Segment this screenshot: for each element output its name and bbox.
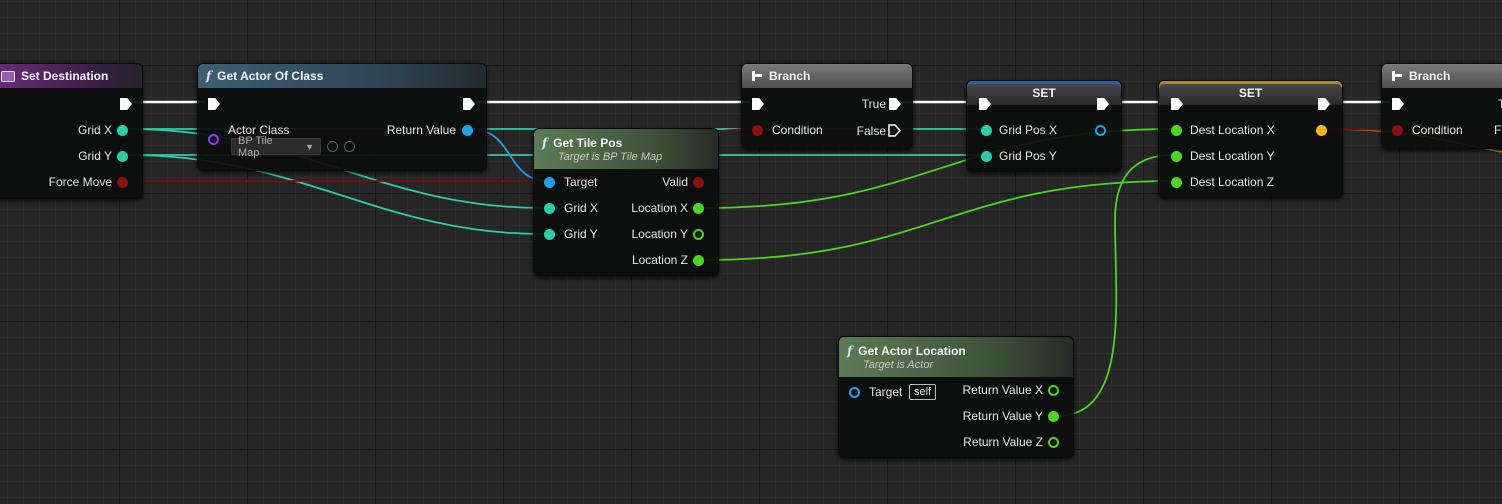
- valid-pin[interactable]: [693, 177, 704, 188]
- set-grid-pos-node[interactable]: SET Grid Pos X Grid Pos Y: [966, 80, 1122, 172]
- branch-node-1[interactable]: Branch Condition True False: [741, 63, 913, 149]
- node-title: Branch: [1409, 69, 1451, 83]
- grid-x-pin[interactable]: [544, 203, 555, 214]
- grid-x-pin[interactable]: [117, 125, 128, 136]
- dest-location-out-pin[interactable]: [1316, 125, 1327, 136]
- pin-label-location-x: Location X: [631, 201, 688, 215]
- float-wire: [702, 180, 1175, 261]
- get-actor-location-node[interactable]: f Get Actor Location Target is Actor Tar…: [838, 336, 1074, 458]
- target-pin[interactable]: [849, 387, 860, 398]
- target-pin[interactable]: [544, 177, 555, 188]
- pin-label-force-move: Force Move: [48, 175, 112, 189]
- actor-class-dropdown[interactable]: BP Tile Map ▼: [231, 135, 321, 159]
- node-title: Set Destination: [21, 69, 109, 83]
- node-title: Branch: [769, 69, 811, 83]
- chevron-down-icon: ▼: [305, 141, 314, 152]
- pin-label-location-z: Location Z: [631, 253, 688, 267]
- dest-location-y-pin[interactable]: [1171, 151, 1182, 162]
- set-destination-header[interactable]: Set Destination: [0, 64, 142, 88]
- pin-label-dest-location-z: Dest Location Z: [1190, 175, 1275, 189]
- float-wire: [1056, 154, 1175, 417]
- pin-label-true-partial: T: [1498, 97, 1502, 111]
- node-title: SET: [1238, 86, 1263, 100]
- grid-pos-x-out-pin[interactable]: [1095, 125, 1106, 136]
- location-y-pin[interactable]: [693, 229, 704, 240]
- pin-label-false: False: [856, 124, 886, 138]
- pin-label-grid-pos-x: Grid Pos X: [999, 123, 1058, 137]
- exec-in-pin[interactable]: [1392, 98, 1404, 110]
- get-actor-location-header[interactable]: f Get Actor Location Target is Actor: [839, 337, 1073, 377]
- dropdown-value: BP Tile Map: [238, 134, 273, 159]
- branch-header[interactable]: Branch: [1382, 64, 1502, 88]
- branch-icon: [750, 70, 763, 82]
- pin-label-return-x: Return Value X: [962, 383, 1044, 397]
- branch-node-2[interactable]: Branch Condition T F: [1381, 63, 1502, 149]
- pin-label-grid-x: Grid X: [564, 201, 599, 215]
- get-actor-of-class-node[interactable]: f Get Actor Of Class Actor Class BP Tile…: [197, 63, 487, 171]
- pin-label-target: Target: [869, 385, 903, 399]
- pin-label-grid-y: Grid Y: [78, 149, 112, 163]
- exec-in-pin[interactable]: [208, 98, 220, 110]
- grid-y-pin[interactable]: [544, 229, 555, 240]
- pin-label-condition: Condition: [772, 123, 823, 137]
- pin-label-location-y: Location Y: [631, 227, 689, 241]
- pin-label-condition: Condition: [1412, 123, 1463, 137]
- return-value-z-pin[interactable]: [1048, 437, 1059, 448]
- return-value-x-pin[interactable]: [1048, 385, 1059, 396]
- node-subtitle: Target is BP Tile Map: [558, 150, 663, 163]
- pin-label-dest-location-y: Dest Location Y: [1190, 149, 1275, 163]
- location-x-pin[interactable]: [693, 203, 704, 214]
- return-value-y-pin[interactable]: [1048, 411, 1059, 422]
- branch-header[interactable]: Branch: [742, 64, 912, 88]
- false-exec-pin[interactable]: [888, 124, 901, 137]
- return-value-pin[interactable]: [462, 125, 473, 136]
- self-default-value[interactable]: self: [909, 384, 937, 400]
- pin-label-true: True: [861, 97, 886, 111]
- set-dest-location-node[interactable]: SET Dest Location X Dest Location Y Dest…: [1158, 80, 1343, 198]
- pin-label-return-z: Return Value Z: [963, 435, 1043, 449]
- pin-label-valid: Valid: [662, 175, 688, 189]
- set-destination-node[interactable]: Set Destination Grid X Grid Y Force Move: [0, 63, 143, 199]
- pin-label-false-partial: F: [1494, 123, 1502, 137]
- true-exec-pin[interactable]: [889, 98, 901, 110]
- pin-label-return-y: Return Value Y: [962, 409, 1043, 423]
- force-move-pin[interactable]: [117, 177, 128, 188]
- set-header[interactable]: SET: [1159, 81, 1342, 105]
- get-tile-pos-node[interactable]: f Get Tile Pos Target is BP Tile Map Tar…: [533, 128, 719, 276]
- grid-pos-x-pin[interactable]: [981, 125, 992, 136]
- function-icon: f: [847, 343, 853, 358]
- pin-label-target: Target: [564, 175, 598, 189]
- function-icon: f: [542, 135, 548, 150]
- condition-pin[interactable]: [752, 125, 763, 136]
- node-title: Get Actor Location: [858, 343, 966, 358]
- node-subtitle: Target is Actor: [863, 358, 934, 371]
- dest-location-z-pin[interactable]: [1171, 177, 1182, 188]
- event-icon: [1, 70, 15, 82]
- condition-pin[interactable]: [1392, 125, 1403, 136]
- exec-out-pin[interactable]: [120, 98, 132, 110]
- node-title: Get Tile Pos: [553, 135, 623, 150]
- exec-out-pin[interactable]: [463, 98, 475, 110]
- use-selected-icon[interactable]: [327, 141, 338, 152]
- grid-y-pin[interactable]: [117, 151, 128, 162]
- browse-search-icon[interactable]: [344, 141, 355, 152]
- pin-label-return-value: Return Value: [386, 123, 456, 137]
- function-icon: f: [206, 69, 212, 83]
- grid-pos-y-pin[interactable]: [981, 151, 992, 162]
- dest-location-x-pin[interactable]: [1171, 125, 1182, 136]
- pin-label-grid-x: Grid X: [77, 123, 112, 137]
- pin-label-dest-location-x: Dest Location X: [1190, 123, 1275, 137]
- node-title: SET: [1032, 86, 1056, 100]
- actor-class-pin[interactable]: [208, 134, 219, 145]
- pin-label-grid-pos-y: Grid Pos Y: [999, 149, 1057, 163]
- exec-in-pin[interactable]: [752, 98, 764, 110]
- get-tile-pos-header[interactable]: f Get Tile Pos Target is BP Tile Map: [534, 129, 718, 169]
- pin-label-grid-y: Grid Y: [564, 227, 598, 241]
- get-actor-of-class-header[interactable]: f Get Actor Of Class: [198, 64, 486, 88]
- branch-icon: [1390, 70, 1403, 82]
- node-title: Get Actor Of Class: [217, 69, 324, 83]
- location-z-pin[interactable]: [693, 255, 704, 266]
